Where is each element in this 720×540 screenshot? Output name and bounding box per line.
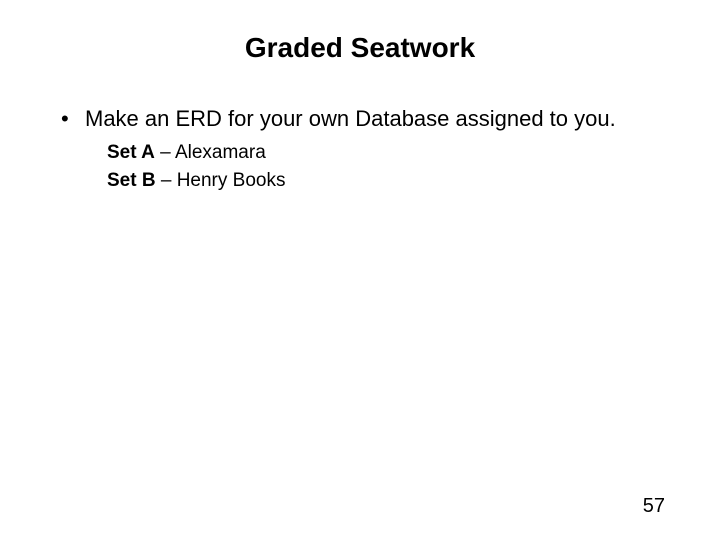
set-a-label: Set A	[107, 142, 155, 163]
sub-list: Set A – Alexamara Set B – Henry Books	[85, 140, 665, 195]
sub-item-b: Set B – Henry Books	[107, 168, 665, 195]
sub-item-a: Set A – Alexamara	[107, 140, 665, 167]
bullet-list: Make an ERD for your own Database assign…	[55, 104, 665, 195]
set-b-label: Set B	[107, 170, 156, 191]
page-number: 57	[643, 495, 665, 518]
bullet-text: Make an ERD for your own Database assign…	[85, 106, 616, 131]
set-a-value: – Alexamara	[155, 142, 266, 163]
set-b-value: – Henry Books	[156, 170, 286, 191]
slide-title: Graded Seatwork	[55, 32, 665, 64]
bullet-item: Make an ERD for your own Database assign…	[55, 104, 665, 195]
slide-container: Graded Seatwork Make an ERD for your own…	[0, 0, 720, 540]
